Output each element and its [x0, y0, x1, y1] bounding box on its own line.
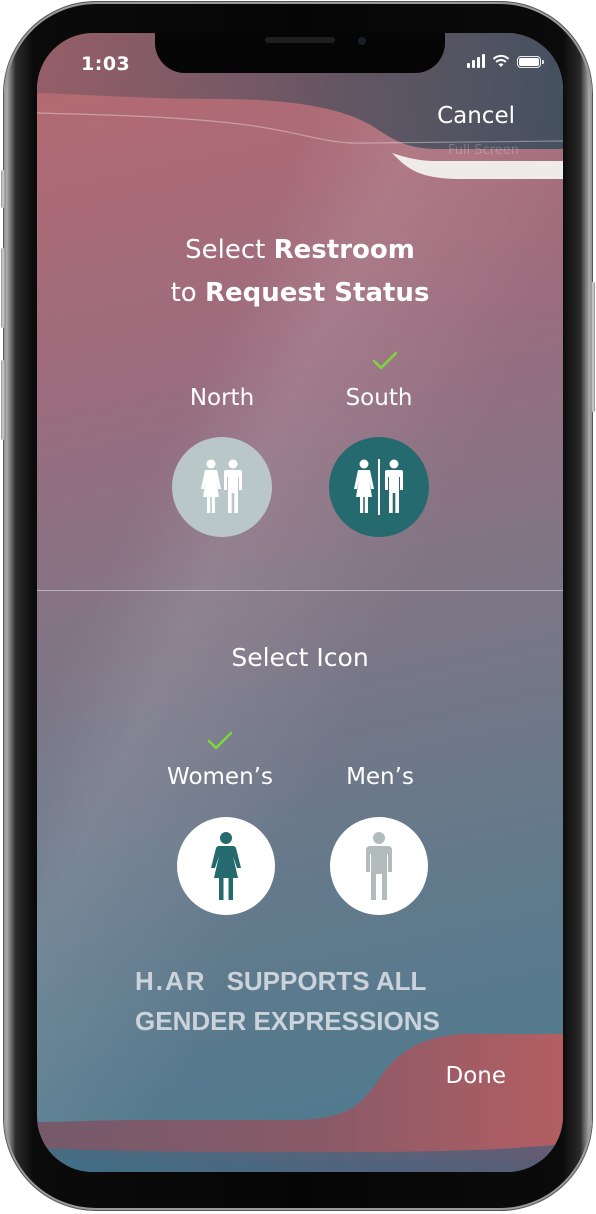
heading-prefix: Select — [185, 235, 274, 265]
wifi-icon — [492, 54, 510, 67]
south-checkmark-icon — [372, 351, 398, 370]
restroom-heading: Select Restroom to Request Status — [37, 229, 563, 315]
icon-option-mens-label: Men’s — [346, 764, 414, 790]
section-divider — [37, 590, 563, 591]
woman-icon — [211, 832, 241, 900]
restroom-heading-line2: to Request Status — [37, 272, 563, 315]
icon-option-womens[interactable] — [177, 817, 275, 915]
select-icon-heading: Select Icon — [231, 643, 369, 672]
cellular-signal-icon — [467, 54, 485, 68]
device-mockup: 1:03 Full Screen Cancel Select Restroom … — [0, 0, 596, 1214]
heading-line2-prefix: to — [170, 278, 205, 308]
icon-option-mens[interactable] — [330, 817, 428, 915]
status-icons — [467, 54, 544, 68]
womens-checkmark-icon — [207, 731, 233, 750]
power-button — [591, 282, 595, 412]
brand-tagline-line1: H.AR SUPPORTS ALL — [135, 961, 440, 1001]
unisex-restroom-icon — [201, 459, 242, 513]
tagline-line1: SUPPORTS ALL — [226, 966, 427, 996]
done-button[interactable]: Done — [445, 1063, 506, 1089]
har-logo: H.AR — [135, 966, 207, 996]
app-screen: 1:03 Full Screen Cancel Select Restroom … — [37, 33, 563, 1172]
volume-down-button — [1, 360, 5, 440]
background-fullscreen-label: Full Screen — [447, 143, 519, 158]
status-time: 1:03 — [81, 53, 131, 75]
volume-up-button — [1, 248, 5, 328]
restroom-option-north[interactable] — [172, 437, 272, 537]
speaker-grille — [265, 37, 335, 43]
restroom-option-south[interactable] — [329, 437, 429, 537]
unisex-restroom-divided-icon — [354, 459, 403, 515]
front-camera — [358, 37, 366, 45]
icon-option-womens-label: Women’s — [167, 764, 273, 790]
heading-bold-restroom: Restroom — [273, 235, 415, 265]
battery-icon — [517, 56, 544, 68]
man-icon — [366, 832, 392, 900]
heading-bold-request-status: Request Status — [204, 278, 430, 308]
cancel-button[interactable]: Cancel — [437, 103, 515, 129]
silent-switch — [1, 170, 5, 208]
restroom-option-south-label: South — [345, 385, 413, 411]
restroom-option-north-label: North — [189, 385, 255, 411]
restroom-heading-line1: Select Restroom — [37, 229, 563, 272]
notch — [155, 33, 445, 73]
